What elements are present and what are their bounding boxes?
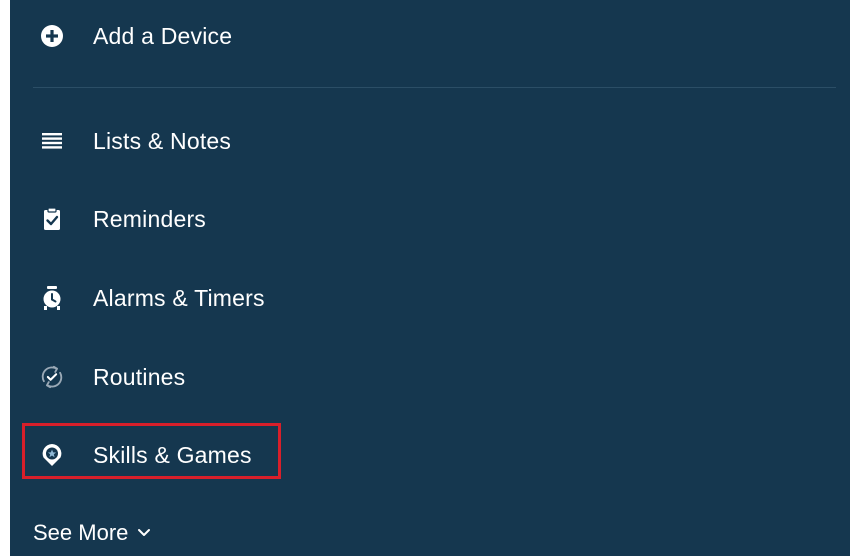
add-device-label: Add a Device	[93, 22, 233, 49]
plus-circle-icon	[40, 24, 64, 48]
menu-divider	[33, 87, 836, 88]
menu-item-label: Routines	[93, 363, 186, 390]
alarm-clock-icon	[40, 286, 64, 310]
see-more-button[interactable]: See More	[33, 516, 151, 550]
chevron-down-icon	[137, 528, 151, 538]
menu-item-routines[interactable]: Routines	[10, 347, 850, 407]
menu-item-label: Skills & Games	[93, 441, 252, 468]
navigation-menu: Add a Device Lists & Notes Reminders Ala…	[10, 0, 850, 556]
routine-check-icon	[40, 365, 64, 389]
menu-item-alarms-timers[interactable]: Alarms & Timers	[10, 268, 850, 328]
clipboard-check-icon	[40, 207, 64, 231]
menu-item-lists-notes[interactable]: Lists & Notes	[10, 111, 850, 171]
menu-item-skills-games[interactable]: Skills & Games	[10, 425, 850, 485]
menu-item-reminders[interactable]: Reminders	[10, 189, 850, 249]
list-icon	[40, 129, 64, 153]
menu-item-label: Reminders	[93, 205, 207, 232]
see-more-label: See More	[33, 520, 129, 545]
menu-item-label: Alarms & Timers	[93, 284, 265, 311]
add-device-item[interactable]: Add a Device	[10, 6, 850, 66]
menu-item-label: Lists & Notes	[93, 127, 232, 154]
skills-star-icon	[40, 443, 64, 467]
